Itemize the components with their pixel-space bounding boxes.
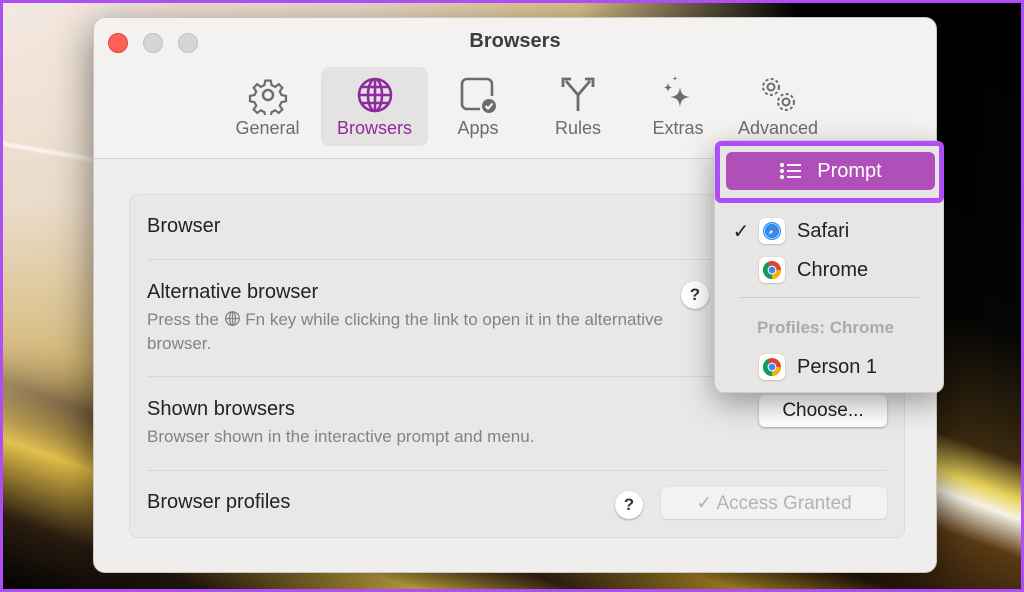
branch-arrows-icon — [561, 77, 595, 111]
menu-item-person-1[interactable]: Person 1 — [723, 349, 935, 385]
menu-item-label: Chrome — [797, 258, 869, 281]
tab-label: General — [235, 118, 300, 138]
tab-label: Rules — [554, 118, 602, 138]
tab-label: Apps — [457, 118, 499, 138]
alternative-browser-desc: Press the Fn key while clicking the link… — [147, 308, 667, 356]
tab-label: Extras — [652, 118, 704, 138]
tab-advanced[interactable]: Advanced — [728, 67, 828, 146]
choose-browsers-button[interactable]: Choose... — [759, 395, 887, 427]
gear-icon — [248, 79, 287, 115]
toolbar: General Browsers Apps Rules Extras Advan… — [214, 67, 828, 146]
safari-icon — [759, 218, 785, 244]
checkmark-icon: ✓ — [732, 220, 750, 243]
menu-item-label: Person 1 — [797, 355, 878, 378]
tab-extras[interactable]: Extras — [628, 67, 728, 146]
tab-rules[interactable]: Rules — [528, 67, 628, 146]
chrome-icon — [759, 354, 785, 380]
menu-item-safari[interactable]: ✓ Safari — [723, 213, 935, 249]
desc-text: Press the — [147, 310, 224, 329]
annotation-highlight — [715, 141, 944, 203]
window-title: Browsers — [469, 30, 561, 52]
titlebar: Browsers General Browsers Apps Rules Ext… — [94, 18, 936, 159]
tab-general[interactable]: General — [214, 67, 321, 146]
globe-icon — [224, 311, 240, 326]
access-granted-button: ✓ Access Granted — [661, 487, 887, 519]
tab-label: Browsers — [336, 118, 412, 138]
menu-item-label: Safari — [797, 219, 850, 242]
alternative-browser-help-button[interactable]: ? — [681, 281, 709, 309]
menu-separator — [739, 297, 919, 298]
shown-browsers-desc: Browser shown in the interactive prompt … — [147, 427, 535, 446]
tab-label: Advanced — [737, 118, 819, 138]
sparkles-icon — [664, 76, 690, 107]
menu-item-chrome[interactable]: Chrome — [723, 252, 935, 288]
tab-browsers[interactable]: Browsers — [321, 67, 428, 146]
gears-icon — [762, 78, 795, 111]
chrome-icon — [759, 257, 785, 283]
browser-profiles-help-button[interactable]: ? — [615, 491, 643, 519]
app-check-icon — [460, 77, 496, 113]
tab-apps[interactable]: Apps — [428, 67, 528, 146]
globe-icon — [357, 77, 392, 113]
menu-section-header: Profiles: Chrome — [757, 318, 894, 337]
divider — [147, 470, 887, 471]
